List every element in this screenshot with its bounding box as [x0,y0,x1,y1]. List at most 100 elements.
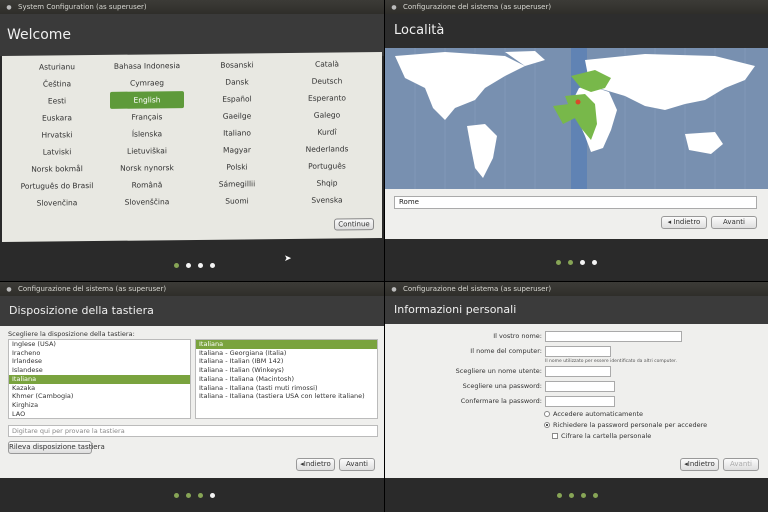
city-input[interactable]: Rome [394,196,757,209]
encrypt-home-option[interactable]: Cifrare la cartella personale [552,432,651,440]
welcome-window: ● System Configuration (as superuser) Wel… [0,0,384,281]
back-button[interactable]: ◂Indietro [296,458,335,471]
language-grid: Asturianu Bahasa Indonesia Bosanski Català Č… [12,55,374,212]
language-option[interactable]: Nederlands [282,140,372,158]
language-option[interactable]: English [110,91,184,109]
language-option[interactable]: Kurdî [282,123,372,141]
layout-list-item[interactable]: Kazaka [9,384,190,393]
language-option[interactable]: Lietuviškai [102,142,192,160]
layout-list-item[interactable]: Kirghiza [9,401,190,410]
close-icon[interactable]: ● [6,1,12,15]
variant-list-item[interactable]: Italiana - Georgiana (Italia) [196,349,377,358]
auto-login-option[interactable]: Accedere automaticamente [544,410,643,418]
language-option[interactable]: Esperanto [282,89,372,107]
back-button[interactable]: ◂Indietro [680,458,719,471]
variant-list-item[interactable]: Italiana - Italiana (tastiera USA con le… [196,392,377,401]
close-icon[interactable]: ● [6,283,12,297]
variant-list-item[interactable]: Italiana - Italiana (Macintosh) [196,375,377,384]
language-option[interactable]: Hrvatski [12,126,102,144]
variant-list-item[interactable]: Italiana [196,340,377,349]
layout-list-item[interactable]: Islandese [9,366,190,375]
detect-layout-button[interactable]: Rileva disposizione tastiera [8,441,105,454]
language-option[interactable]: Gaeilge [192,107,282,125]
layout-list-item[interactable]: Irlandese [9,357,190,366]
layout-list-item[interactable]: Khmer (Cambogia) [9,392,190,401]
close-icon[interactable]: ● [391,1,397,15]
variant-list[interactable]: Italiana Italiana - Georgiana (Italia) Ita… [195,339,378,419]
confirm-password-field[interactable] [545,396,615,407]
language-option[interactable]: Português [282,157,372,175]
variant-list-item[interactable]: Italiana - Italian (Winkeys) [196,366,377,375]
language-option[interactable]: Čeština [12,75,102,93]
require-password-option[interactable]: Richiedere la password personale per acc… [544,421,707,429]
computer-name-field[interactable] [545,346,611,357]
progress-dot [568,260,573,265]
progress-dot [210,493,215,498]
language-option[interactable]: Bahasa Indonesia [102,57,192,75]
page-header: Informazioni personali [385,296,768,324]
progress-dot [557,493,562,498]
progress-dot [580,260,585,265]
progress-dot [198,263,203,268]
language-option[interactable]: Italiano [192,124,282,142]
language-option[interactable]: Svenska [282,191,372,209]
layout-list[interactable]: Inglese (USA) Iracheno Irlandese Islandese I… [8,339,191,419]
language-option[interactable]: Magyar [192,141,282,159]
layout-list-item[interactable]: Iracheno [9,349,190,358]
username-field[interactable] [545,366,611,377]
personal-info-content: Il vostro nome: Il nome del computer: Il… [385,324,768,478]
language-option[interactable]: Euskara [12,109,102,127]
language-option[interactable]: Suomi [192,192,282,210]
window-titlebar: ● Configurazione del sistema (as superuse… [0,282,384,296]
window-titlebar: ● System Configuration (as superuser) [0,0,384,14]
language-option[interactable]: Română [102,176,192,194]
next-button[interactable]: Avanti [711,216,757,229]
language-option[interactable]: Cymraeg [102,74,192,92]
next-button[interactable]: Avanti [339,458,375,471]
layout-list-item[interactable]: Inglese (USA) [9,340,190,349]
page-header: Welcome [0,14,384,56]
choose-layout-label: Scegliere la disposizione della tastiera… [8,330,135,338]
language-option[interactable]: Bosanski [192,56,282,74]
variant-list-item[interactable]: Italiana - Italian (IBM 142) [196,357,377,366]
progress-dot [186,263,191,268]
language-option[interactable]: Norsk bokmål [12,160,102,178]
language-option[interactable]: Íslenska [102,125,192,143]
language-option[interactable]: Shqip [282,174,372,192]
language-option[interactable]: Dansk [192,73,282,91]
location-window: ● Configurazione del sistema (as superuse… [385,0,768,281]
encrypt-home-label: Cifrare la cartella personale [561,432,652,440]
layout-list-item[interactable]: Italiana [9,374,190,384]
layout-list-item[interactable]: LAO [9,410,190,418]
language-option[interactable]: Galego [282,106,372,124]
progress-dot [210,263,215,268]
language-option[interactable]: Eesti [12,92,102,110]
username-label: Scegliere un nome utente: [455,367,542,375]
language-option[interactable]: Slovenčina [12,194,102,212]
password-field[interactable] [545,381,615,392]
language-option[interactable]: Español [192,90,282,108]
language-option[interactable]: Norsk nynorsk [102,159,192,177]
language-option[interactable]: Latviski [12,143,102,161]
close-icon[interactable]: ● [391,283,397,297]
language-option[interactable]: Português do Brasil [12,177,102,195]
keyboard-test-input[interactable]: Digitare qui per provare la tastiera [8,425,378,437]
progress-dot [556,260,561,265]
keyboard-window: ● Configurazione del sistema (as superuse… [0,282,384,512]
progress-dots [557,493,598,498]
language-option[interactable]: Français [102,108,192,126]
language-option[interactable]: Polski [192,158,282,176]
timezone-map[interactable] [385,48,768,189]
name-field[interactable] [545,331,682,342]
variant-list-item[interactable]: Italiana - Italiana (tasti muti rimossi) [196,384,377,393]
continue-button[interactable]: Continue [334,218,374,231]
language-option[interactable]: Sámegillii [192,175,282,193]
language-option[interactable]: Slovenščina [102,193,192,211]
next-button[interactable]: Avanti [723,458,759,471]
back-button[interactable]: ◂ Indietro [661,216,707,229]
language-option[interactable]: Asturianu [12,58,102,76]
language-option[interactable]: Català [282,55,372,73]
name-label: Il vostro nome: [493,332,542,340]
language-option[interactable]: Deutsch [282,72,372,90]
progress-dot [186,493,191,498]
